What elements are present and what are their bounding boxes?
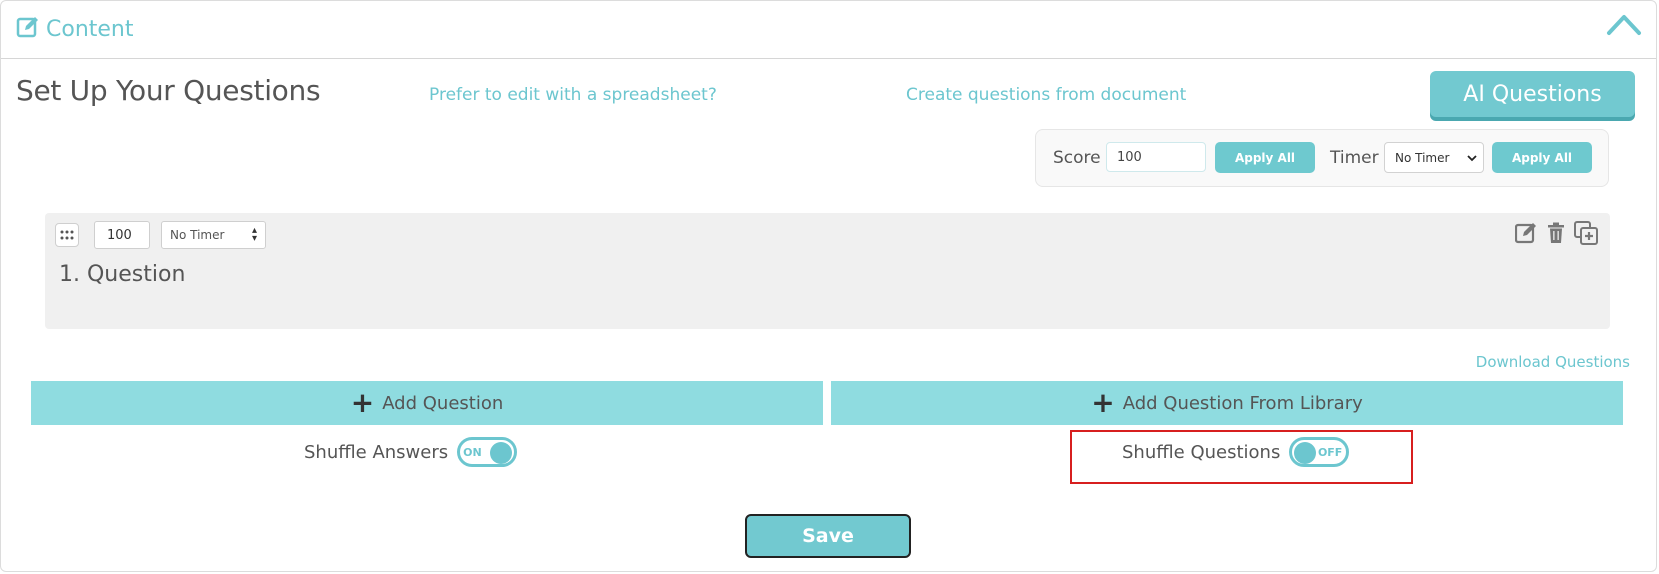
- chevron-down-icon: [1467, 152, 1477, 166]
- apply-all-timer-button[interactable]: Apply All: [1492, 142, 1592, 173]
- bulk-settings: Score 100 Apply All Timer No Timer Apply…: [1035, 129, 1609, 187]
- content-panel: Content Set Up Your Questions Prefer to …: [0, 0, 1657, 572]
- duplicate-icon[interactable]: [1574, 221, 1598, 245]
- question-actions: [1514, 221, 1598, 245]
- shuffle-answers-label: Shuffle Answers: [304, 441, 449, 463]
- score-label: Score: [1053, 148, 1101, 168]
- shuffle-answers-toggle[interactable]: ON: [457, 437, 518, 467]
- add-question-from-library-label: Add Question From Library: [1122, 392, 1363, 414]
- question-text[interactable]: 1. Question: [59, 262, 185, 287]
- add-question-from-library-button[interactable]: + Add Question From Library: [831, 381, 1623, 425]
- edit-icon[interactable]: [1514, 221, 1538, 245]
- page-title: Set Up Your Questions: [16, 74, 321, 107]
- drag-handle-icon[interactable]: [55, 223, 79, 247]
- question-card[interactable]: 100 No Timer ▴ ▾ 1. Question: [45, 213, 1610, 329]
- document-link[interactable]: Create questions from document: [906, 85, 1186, 105]
- save-button[interactable]: Save: [745, 514, 911, 558]
- edit-icon: [16, 15, 40, 43]
- plus-icon: +: [350, 386, 375, 419]
- score-input[interactable]: 100: [1106, 142, 1206, 172]
- toggle-state-text: ON: [463, 446, 482, 459]
- toggle-knob: [490, 442, 513, 464]
- sort-caret-icon: ▴ ▾: [251, 225, 257, 244]
- timer-label: Timer: [1330, 148, 1379, 168]
- section-title: Content: [46, 16, 134, 42]
- plus-icon: +: [1091, 386, 1115, 419]
- question-score-input[interactable]: 100: [94, 221, 150, 249]
- shuffle-answers-group: Shuffle Answers ON: [304, 437, 518, 467]
- spreadsheet-link[interactable]: Prefer to edit with a spreadsheet?: [429, 85, 717, 105]
- question-timer-value: No Timer: [170, 228, 225, 242]
- section-header: Content: [1, 1, 1656, 59]
- trash-icon[interactable]: [1544, 221, 1568, 245]
- question-timer-select[interactable]: No Timer ▴ ▾: [161, 221, 266, 249]
- apply-all-score-button[interactable]: Apply All: [1215, 142, 1315, 173]
- ai-questions-button[interactable]: AI Questions: [1430, 71, 1635, 117]
- chevron-up-icon[interactable]: [1606, 11, 1642, 37]
- timer-select[interactable]: No Timer: [1384, 142, 1484, 173]
- highlight-box: [1070, 430, 1413, 484]
- add-question-label: Add Question: [382, 392, 504, 414]
- add-question-button[interactable]: + Add Question: [31, 381, 823, 425]
- download-questions-link[interactable]: Download Questions: [1476, 353, 1630, 371]
- timer-select-value: No Timer: [1395, 150, 1450, 165]
- section-title-group: Content: [16, 15, 134, 43]
